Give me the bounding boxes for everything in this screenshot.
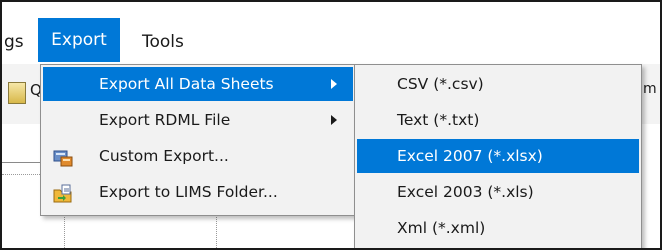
menu-export[interactable]: Export (38, 18, 120, 62)
submenu-arrow-icon (331, 115, 337, 125)
submenu-item-label: CSV (*.csv) (397, 75, 484, 93)
export-dropdown: Export All Data Sheets Export RDML File … (40, 64, 356, 216)
submenu-item-label: Text (*.txt) (397, 111, 480, 129)
menu-item-label: Export All Data Sheets (99, 75, 274, 93)
custom-export-icon (53, 146, 73, 167)
menu-bar: gs Export Tools (2, 2, 660, 65)
submenu-item-csv[interactable]: CSV (*.csv) (357, 67, 639, 101)
submenu-item-text[interactable]: Text (*.txt) (357, 103, 639, 137)
menu-item-label: Export to LIMS Folder... (99, 183, 278, 201)
lims-folder-icon (53, 182, 73, 203)
menu-settings[interactable]: gs (4, 20, 24, 64)
submenu-item-label: Excel 2003 (*.xls) (397, 183, 534, 201)
menu-item-custom-export[interactable]: Custom Export... (43, 139, 353, 173)
submenu-item-label: Xml (*.xml) (397, 219, 486, 237)
menu-item-label: Custom Export... (99, 147, 229, 165)
menu-item-export-rdml-file[interactable]: Export RDML File (43, 103, 353, 137)
menu-item-label: Export RDML File (99, 111, 231, 129)
menu-tools[interactable]: Tools (142, 20, 184, 64)
menu-item-export-to-lims-folder[interactable]: Export to LIMS Folder... (43, 175, 353, 209)
submenu-arrow-icon (331, 79, 337, 89)
submenu-item-label: Excel 2007 (*.xlsx) (397, 147, 543, 165)
submenu-item-xml[interactable]: Xml (*.xml) (357, 211, 639, 245)
submenu-item-excel-2003[interactable]: Excel 2003 (*.xls) (357, 175, 639, 209)
menu-item-export-all-data-sheets[interactable]: Export All Data Sheets (43, 67, 353, 101)
submenu-item-excel-2007[interactable]: Excel 2007 (*.xlsx) (357, 139, 639, 173)
export-all-data-sheets-submenu: CSV (*.csv) Text (*.txt) Excel 2007 (*.x… (354, 64, 642, 248)
document-icon[interactable] (8, 82, 26, 104)
app-window: gs Export Tools Q iscrim Export All Data… (0, 0, 662, 250)
